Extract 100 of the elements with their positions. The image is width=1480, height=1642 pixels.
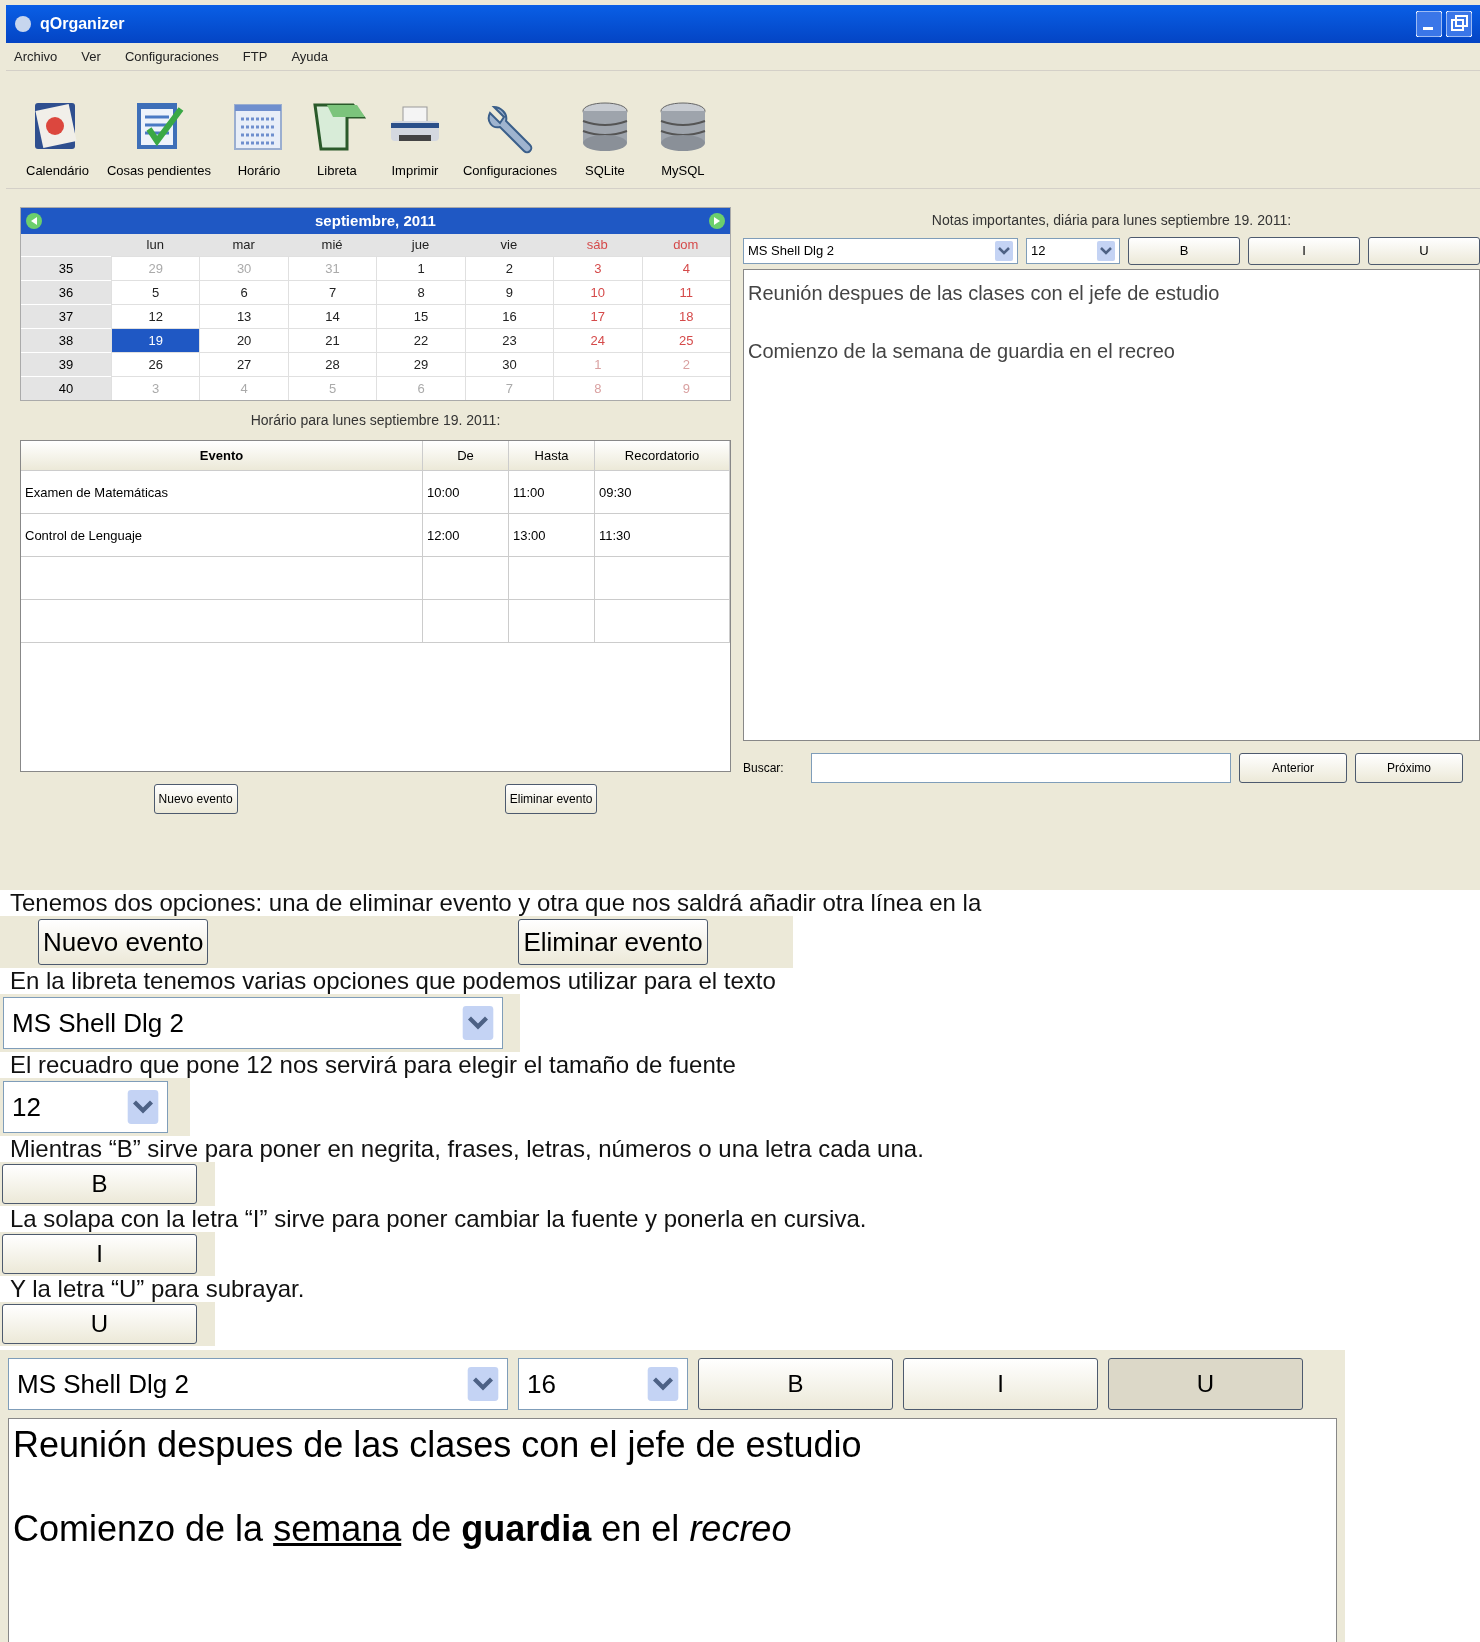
day-cell[interactable]: 14 xyxy=(287,304,377,328)
paragraph: La solapa con la letra “I” sirve para poner cambiar la fuente y ponerla en cursiva. xyxy=(9,1206,868,1232)
day-cell[interactable]: 15 xyxy=(376,304,465,328)
week-number: 35 xyxy=(21,256,111,280)
column-header[interactable]: Recordatorio xyxy=(595,441,730,471)
font-dropdown[interactable]: MS Shell Dlg 2 xyxy=(743,238,1018,264)
week-number: 40 xyxy=(21,376,111,400)
day-cell[interactable]: 11 xyxy=(641,280,730,304)
table-cell: 13:00 xyxy=(509,514,595,557)
paragraph: En la libreta tenemos varias opciones que podemos utilizar para el texto xyxy=(9,968,777,994)
toolbar-button[interactable]: Horário xyxy=(228,96,289,180)
menu-item[interactable]: Archivo xyxy=(14,46,58,67)
day-cell[interactable]: 26 xyxy=(111,352,200,376)
event-button[interactable]: Nuevo evento xyxy=(153,784,238,814)
day-cell[interactable]: 3 xyxy=(553,256,642,280)
column-header[interactable]: Evento xyxy=(21,441,423,471)
format-button[interactable]: U xyxy=(1108,1358,1303,1410)
nav-button[interactable]: Anterior xyxy=(1239,753,1347,783)
notes-editor[interactable]: Reunión despues de las clases con el jefe de estudio Comienzo de la semana de guardia en el recreo xyxy=(743,269,1480,741)
menu-item[interactable]: Ayuda xyxy=(291,46,329,67)
menu-item[interactable]: FTP xyxy=(242,46,268,67)
table-cell: Examen de Matemáticas xyxy=(21,471,423,514)
day-cell[interactable]: 13 xyxy=(199,304,288,328)
restore-icon xyxy=(1446,11,1472,37)
table-cell: 12:00 xyxy=(423,514,509,557)
day-cell[interactable]: 9 xyxy=(464,280,554,304)
size-dropdown[interactable]: 16 xyxy=(518,1358,688,1410)
day-cell[interactable]: 25 xyxy=(641,328,730,352)
day-cell[interactable]: 6 xyxy=(199,280,288,304)
note-line: Reunión despues de las clases con el jefe de estudio xyxy=(748,281,1221,306)
event-button[interactable]: Eliminar evento xyxy=(518,919,708,965)
month-title: septiembre, 2011 xyxy=(315,210,436,231)
schedule-title: Horário para lunes septiembre 19. 2011: xyxy=(249,411,502,430)
day-cell[interactable]: 20 xyxy=(199,328,288,352)
nav-button[interactable]: Próximo xyxy=(1355,753,1463,783)
week-number: 37 xyxy=(21,304,111,328)
toolbar-button[interactable]: MySQL xyxy=(652,96,713,180)
day-cell[interactable]: 17 xyxy=(553,304,642,328)
day-cell[interactable]: 29 xyxy=(376,352,465,376)
toolbar-button[interactable]: Cosas pendientes xyxy=(106,96,211,180)
day-cell[interactable]: 30 xyxy=(464,352,554,376)
table-cell: 10:00 xyxy=(423,471,509,514)
size-dropdown[interactable]: 12 xyxy=(1026,238,1120,264)
search-field[interactable] xyxy=(811,753,1231,783)
menu-item[interactable]: Ver xyxy=(81,46,101,67)
format-button[interactable]: U xyxy=(1368,237,1480,265)
minimize-icon xyxy=(1416,11,1442,37)
day-cell[interactable]: 7 xyxy=(287,280,377,304)
day-cell[interactable]: 2 xyxy=(464,256,554,280)
day-cell[interactable]: 18 xyxy=(641,304,730,328)
day-cell[interactable]: 21 xyxy=(287,328,377,352)
font-dropdown[interactable]: MS Shell Dlg 2 xyxy=(8,1358,508,1410)
format-button[interactable]: B xyxy=(1128,237,1240,265)
size-dropdown[interactable]: 12 xyxy=(3,1081,168,1133)
day-cell[interactable]: 12 xyxy=(111,304,200,328)
toolbar-button[interactable]: Calendário xyxy=(26,96,89,180)
toolbar-button[interactable]: SQLite xyxy=(574,96,635,180)
day-cell[interactable]: 10 xyxy=(553,280,642,304)
day-cell[interactable]: 16 xyxy=(464,304,554,328)
table-cell: Control de Lenguaje xyxy=(21,514,423,557)
window-title: qOrganizer xyxy=(40,14,125,34)
format-button[interactable]: I xyxy=(903,1358,1098,1410)
day-cell[interactable]: 19 xyxy=(111,328,200,352)
day-cell[interactable]: 4 xyxy=(641,256,730,280)
format-button[interactable]: B xyxy=(2,1164,197,1204)
table-cell: 11:30 xyxy=(595,514,730,557)
note-line: Reunión despues de las clases con el jefe de estudio xyxy=(13,1423,863,1467)
weekday-header: jue xyxy=(376,234,465,256)
menu-item[interactable]: Configuraciones xyxy=(124,46,219,67)
format-button[interactable]: U xyxy=(2,1304,197,1344)
column-header[interactable]: De xyxy=(423,441,509,471)
day-cell[interactable]: 24 xyxy=(553,328,642,352)
weekday-header: lun xyxy=(111,234,200,256)
event-button[interactable]: Nuevo evento xyxy=(38,919,209,965)
toolbar-button[interactable]: Imprimir xyxy=(384,96,445,180)
notes-editor[interactable]: Reunión despues de las clases con el jefe de estudio Comienzo de la semana de guardia en el recreo xyxy=(8,1418,1337,1642)
font-dropdown[interactable]: MS Shell Dlg 2 xyxy=(3,997,503,1049)
format-button[interactable]: I xyxy=(2,1234,197,1274)
week-number: 36 xyxy=(21,280,111,304)
toolbar-button[interactable]: Libreta xyxy=(306,96,367,180)
toolbar-button[interactable]: Configuraciones xyxy=(462,96,557,180)
day-cell[interactable]: 8 xyxy=(376,280,465,304)
weekday-header: sáb xyxy=(553,234,642,256)
paragraph: El recuadro que pone 12 nos servirá para elegir el tamaño de fuente xyxy=(9,1052,737,1078)
day-cell[interactable]: 5 xyxy=(111,280,200,304)
format-button[interactable]: B xyxy=(698,1358,893,1410)
paragraph: Tenemos dos opciones: una de eliminar evento y otra que nos saldrá añadir otra línea en la xyxy=(9,890,983,916)
format-button[interactable]: I xyxy=(1248,237,1360,265)
event-button[interactable]: Eliminar evento xyxy=(504,784,598,814)
day-cell[interactable]: 27 xyxy=(199,352,288,376)
day-cell[interactable]: 23 xyxy=(464,328,554,352)
day-cell[interactable]: 1 xyxy=(376,256,465,280)
day-cell[interactable]: 22 xyxy=(376,328,465,352)
weekday-header: mar xyxy=(199,234,288,256)
search-label: Buscar: xyxy=(743,760,785,777)
column-header[interactable]: Hasta xyxy=(509,441,595,471)
note-line: Comienzo de la semana de guardia en el recreo xyxy=(13,1507,793,1551)
weekday-header: dom xyxy=(641,234,730,256)
next-month-icon xyxy=(708,212,726,230)
day-cell[interactable]: 28 xyxy=(287,352,377,376)
